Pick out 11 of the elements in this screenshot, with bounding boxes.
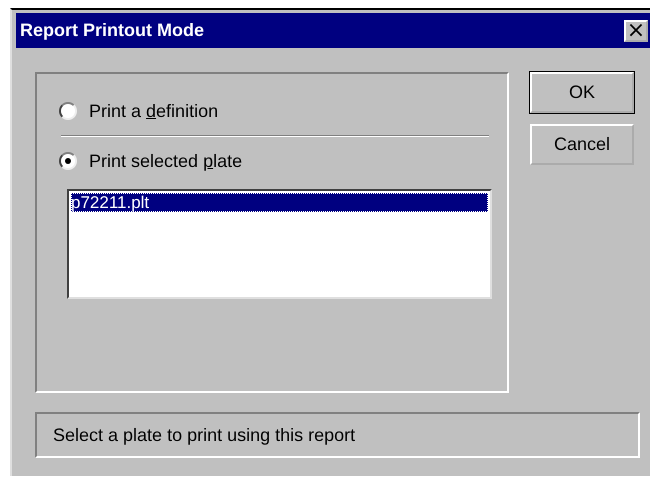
status-text: Select a plate to print using this report	[35, 412, 640, 458]
close-button[interactable]: ×	[624, 20, 648, 42]
window-title: Report Printout Mode	[20, 20, 204, 41]
option-label[interactable]: Print selected plate	[89, 150, 242, 172]
option-label[interactable]: Print a definition	[89, 100, 218, 122]
ok-button[interactable]: OK	[530, 72, 634, 113]
list-item[interactable]: p72211.plt	[71, 193, 488, 212]
radio-button[interactable]	[59, 102, 77, 120]
radio-button[interactable]	[59, 152, 77, 170]
cancel-button[interactable]: Cancel	[530, 124, 634, 165]
plate-list[interactable]: p72211.plt	[67, 189, 492, 299]
